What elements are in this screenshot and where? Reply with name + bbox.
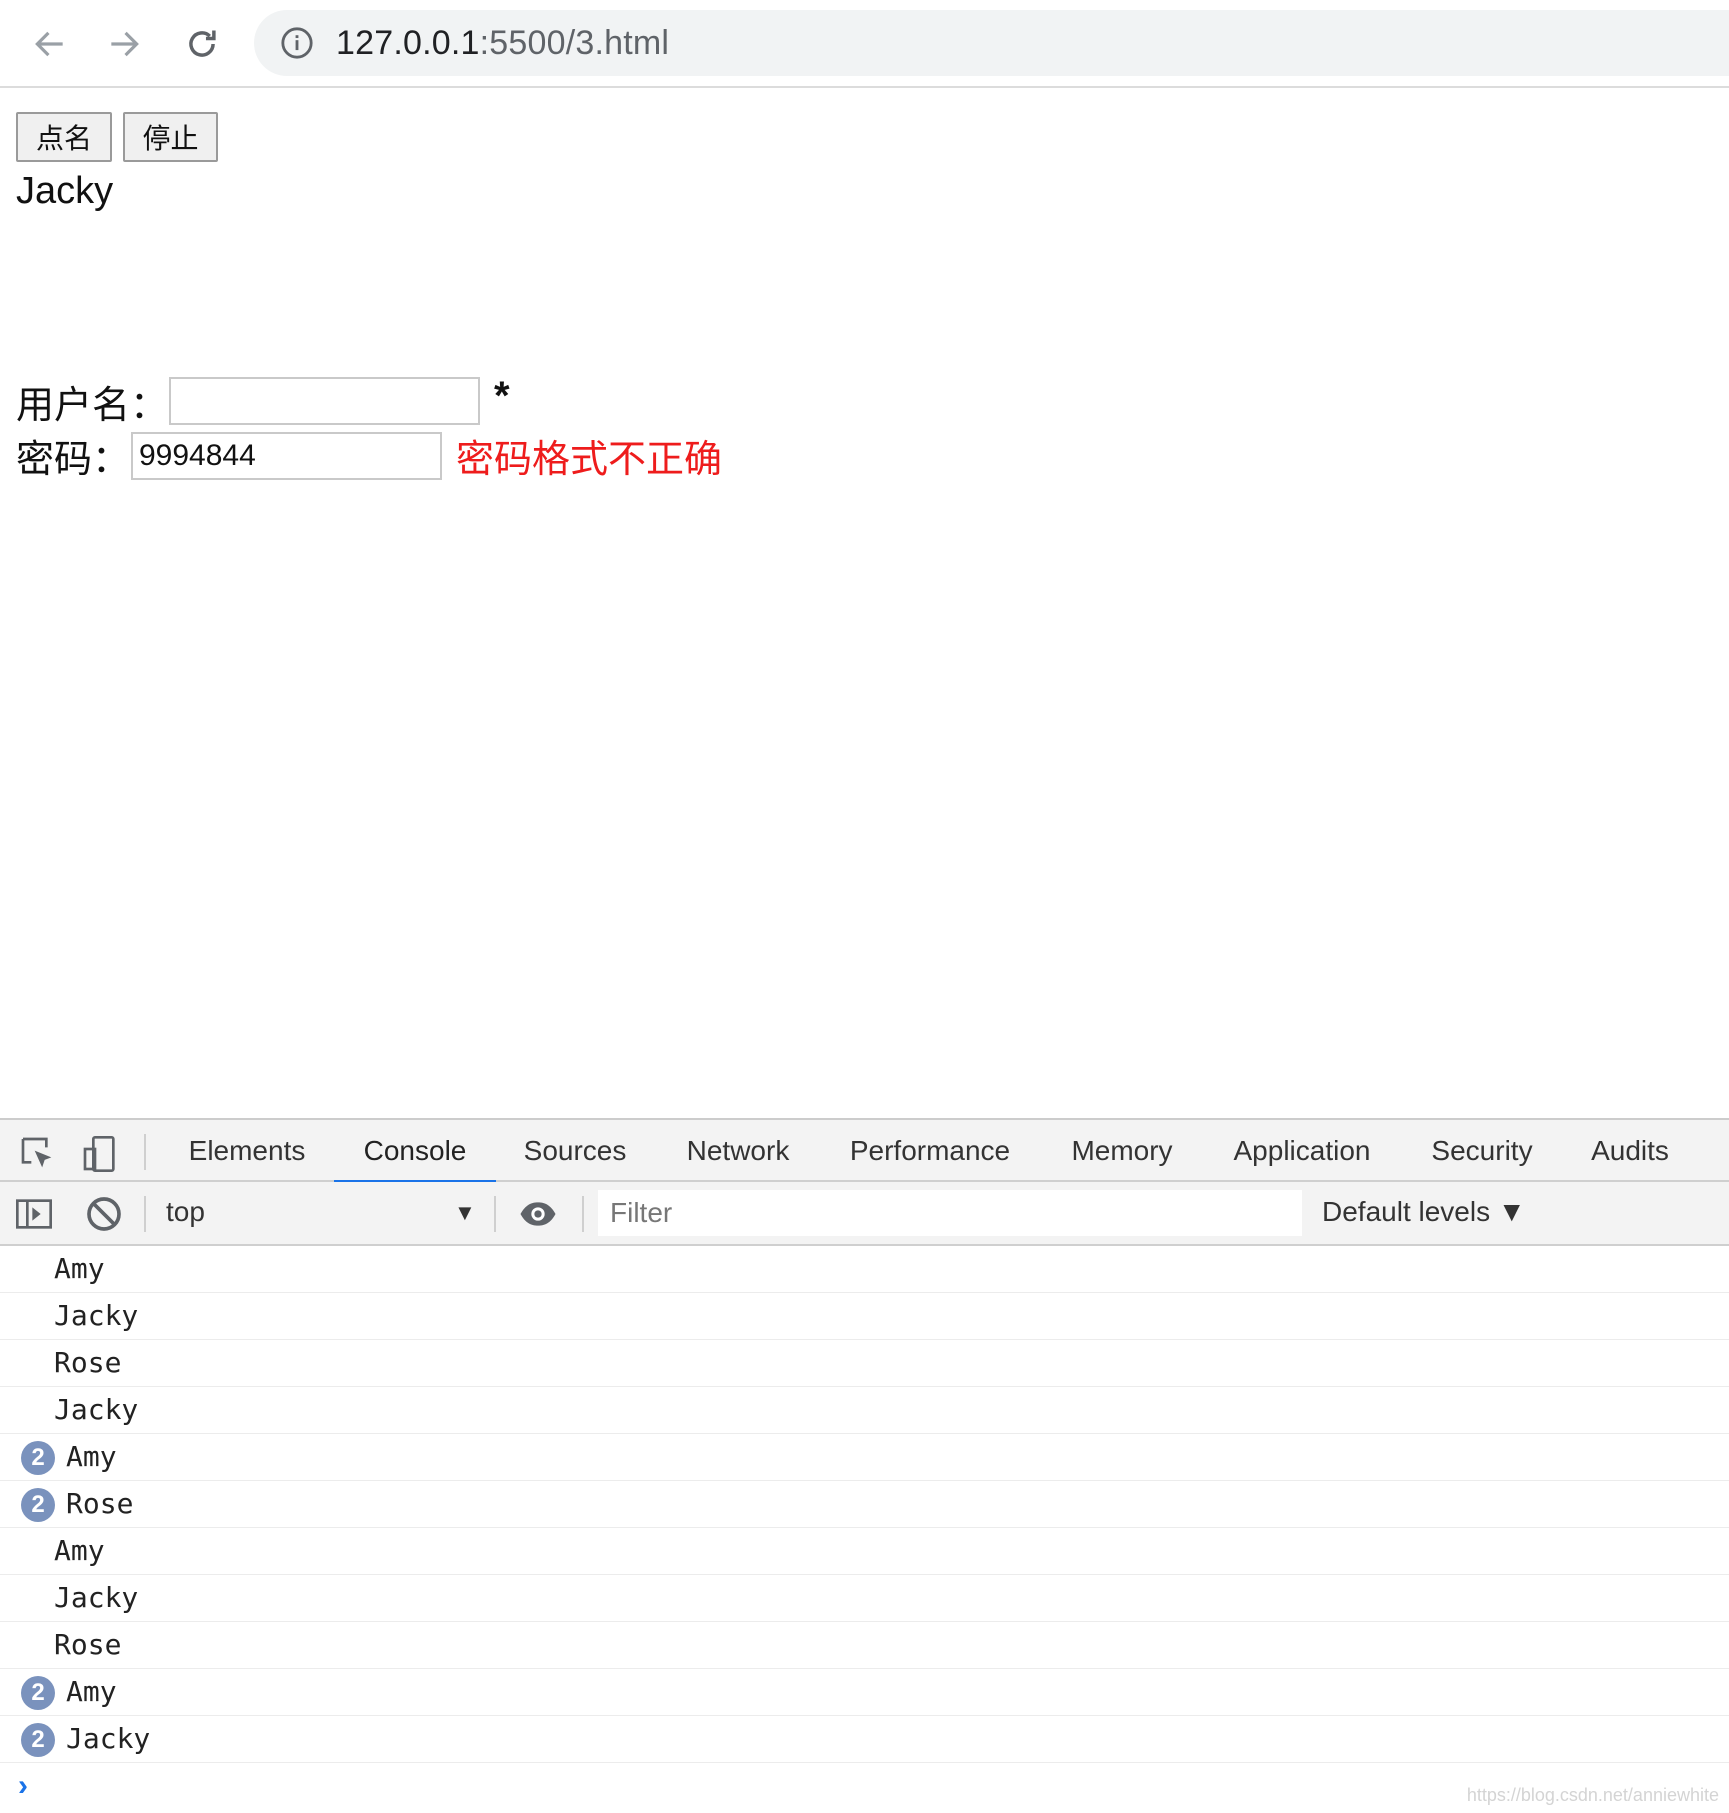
tab-elements[interactable]: Elements (176, 1120, 318, 1182)
stop-button[interactable]: 停止 (123, 112, 218, 162)
tab-application[interactable]: Application (1220, 1120, 1384, 1182)
console-message-text: Amy (54, 1534, 105, 1567)
console-log: Amy Jacky Rose Jacky 2 Amy 2 Rose Amy Jacky Rose 2 A… (0, 1246, 1729, 1813)
tab-sources[interactable]: Sources (510, 1120, 640, 1182)
tab-memory[interactable]: Memory (1060, 1120, 1184, 1182)
repeat-count-badge: 2 (21, 1723, 55, 1757)
log-levels-dropdown[interactable]: Default levels ▼ (1322, 1196, 1526, 1228)
sidebar-toggle-icon[interactable] (14, 1194, 54, 1234)
console-message: Amy (0, 1246, 1729, 1293)
password-error-message: 密码格式不正确 (456, 439, 723, 481)
username-input[interactable] (169, 377, 480, 425)
repeat-count-badge: 2 (21, 1676, 55, 1710)
reload-icon (189, 30, 216, 57)
console-message-text: Amy (54, 1252, 105, 1285)
tab-performance[interactable]: Performance (838, 1120, 1022, 1182)
arrow-left-icon (35, 31, 63, 57)
console-message-text: Jacky (54, 1393, 139, 1426)
url-path: :5500/3.html (479, 23, 670, 62)
console-message-text: Amy (66, 1440, 117, 1473)
address-bar[interactable]: 127.0.0.1:5500/3.html (254, 10, 1729, 76)
console-message-text: Jacky (66, 1722, 151, 1755)
reload-button[interactable] (176, 18, 228, 70)
console-message-text: Jacky (54, 1581, 139, 1614)
console-message-text: Rose (66, 1487, 134, 1520)
console-message-text: Amy (66, 1675, 117, 1708)
console-message-text: Rose (54, 1628, 122, 1661)
console-toolbar: top ▼ Default levels ▼ (0, 1182, 1729, 1246)
browser-toolbar: 127.0.0.1:5500/3.html (0, 0, 1729, 88)
console-message: 2 Rose (0, 1481, 1729, 1528)
prompt-chevron-icon: › (18, 1769, 28, 1802)
tab-security[interactable]: Security (1420, 1120, 1544, 1182)
dropdown-arrow-icon[interactable]: ▼ (454, 1200, 476, 1226)
filter-input[interactable] (598, 1190, 1302, 1236)
repeat-count-badge: 2 (21, 1488, 55, 1522)
forward-button[interactable] (98, 18, 150, 70)
call-name-button[interactable]: 点名 (16, 112, 112, 162)
console-message: Jacky (0, 1387, 1729, 1434)
console-message: Jacky (0, 1575, 1729, 1622)
password-label: 密码： (16, 439, 131, 481)
console-message-text: Rose (54, 1346, 122, 1379)
current-name: Jacky (16, 170, 114, 212)
clear-console-icon[interactable] (84, 1194, 124, 1234)
arrow-right-icon (111, 31, 139, 57)
back-button[interactable] (24, 18, 76, 70)
password-input[interactable] (131, 432, 442, 480)
context-selector[interactable]: top (166, 1196, 205, 1228)
devtools-panel: Elements Console Sources Network Perform… (0, 1118, 1729, 1812)
toolbar-divider (144, 1134, 146, 1170)
page-content: 点名 停止 Jacky 用户名： * 密码： 密码格式不正确 (0, 88, 1729, 1118)
watermark: https://blog.csdn.net/anniewhite (1466, 1785, 1719, 1805)
console-message: 2 Amy (0, 1669, 1729, 1716)
console-message: 2 Jacky (0, 1716, 1729, 1763)
url-host: 127.0.0.1 (336, 23, 480, 62)
username-label: 用户名： (16, 385, 169, 427)
console-message: Rose (0, 1340, 1729, 1387)
required-mark: * (494, 374, 510, 418)
toolbar-divider (582, 1196, 584, 1232)
eye-icon[interactable] (518, 1194, 558, 1234)
console-message-text: Jacky (54, 1299, 139, 1332)
tab-audits[interactable]: Audits (1580, 1120, 1680, 1182)
console-message: Rose (0, 1622, 1729, 1669)
toolbar-divider (144, 1196, 146, 1232)
devtools-tab-bar: Elements Console Sources Network Perform… (0, 1118, 1729, 1184)
console-message: Amy (0, 1528, 1729, 1575)
tab-console[interactable]: Console (334, 1120, 496, 1184)
inspect-element-icon[interactable] (18, 1134, 58, 1174)
console-message: 2 Amy (0, 1434, 1729, 1481)
url-text[interactable]: 127.0.0.1:5500/3.html (336, 24, 669, 63)
info-icon[interactable] (280, 26, 314, 60)
console-message: Jacky (0, 1293, 1729, 1340)
repeat-count-badge: 2 (21, 1441, 55, 1475)
tab-network[interactable]: Network (668, 1120, 808, 1182)
toolbar-divider (494, 1196, 496, 1232)
device-toolbar-icon[interactable] (80, 1134, 120, 1174)
